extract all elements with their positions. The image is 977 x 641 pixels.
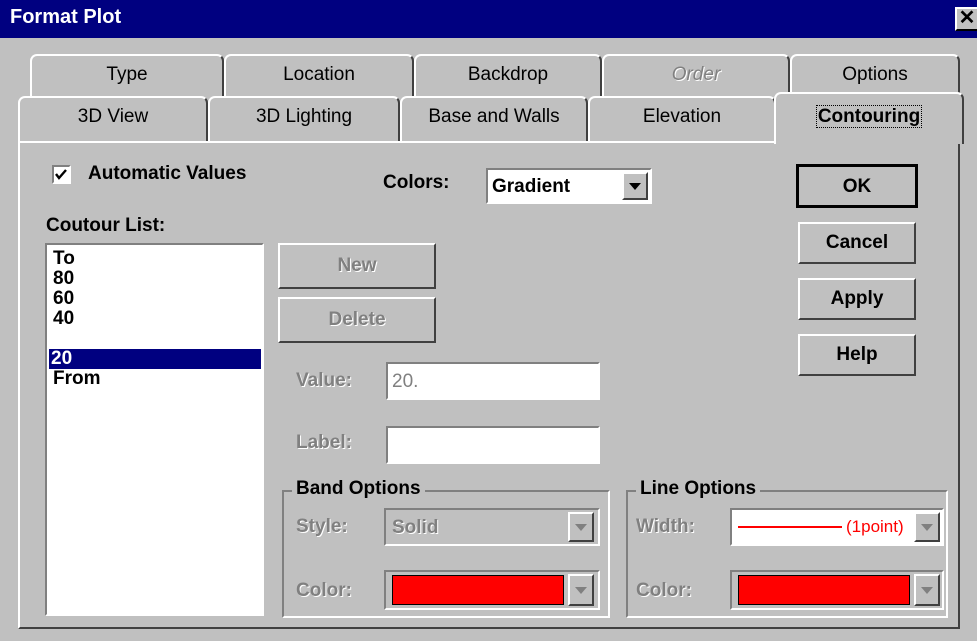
line-width-dropdown-button[interactable] bbox=[914, 512, 940, 542]
window-title: Format Plot bbox=[10, 6, 122, 28]
line-color-label: Color: bbox=[636, 580, 692, 601]
colors-dropdown-button[interactable] bbox=[622, 172, 648, 200]
band-options-title: Band Options bbox=[292, 478, 425, 500]
band-style-dropdown-button[interactable] bbox=[568, 512, 594, 542]
value-label: Value: bbox=[296, 370, 352, 391]
delete-button[interactable]: Delete bbox=[278, 297, 436, 343]
title-bar bbox=[0, 0, 977, 38]
tab-contouring[interactable]: Contouring bbox=[774, 92, 964, 144]
contour-list[interactable]: To 80 60 40 20 From bbox=[45, 243, 264, 616]
new-button[interactable]: New bbox=[278, 243, 436, 289]
line-color-dropdown-button[interactable] bbox=[914, 574, 940, 606]
band-style-select[interactable]: Solid bbox=[384, 508, 600, 546]
contour-list-label: Coutour List: bbox=[46, 215, 166, 236]
chevron-down-icon bbox=[921, 523, 933, 531]
tab-3d-view[interactable]: 3D View bbox=[18, 96, 208, 144]
ok-button[interactable]: OK bbox=[796, 164, 918, 208]
cancel-button[interactable]: Cancel bbox=[798, 222, 916, 264]
tab-type[interactable]: Type bbox=[30, 54, 224, 100]
line-options-title: Line Options bbox=[636, 478, 761, 500]
band-style-label: Style: bbox=[296, 516, 348, 537]
check-icon bbox=[55, 169, 67, 180]
band-color-dropdown-button[interactable] bbox=[568, 574, 594, 606]
close-button[interactable]: ✕ bbox=[955, 7, 977, 31]
close-icon: ✕ bbox=[958, 7, 976, 29]
label-input[interactable] bbox=[386, 426, 600, 464]
line-width-value: (1point) bbox=[846, 517, 904, 536]
tab-order[interactable]: Order bbox=[602, 54, 790, 100]
list-item[interactable]: 60 bbox=[51, 289, 261, 309]
colors-label: Colors: bbox=[383, 172, 450, 193]
apply-button[interactable]: Apply bbox=[798, 278, 916, 320]
colors-select[interactable]: Gradient bbox=[486, 168, 652, 204]
band-color-select[interactable] bbox=[384, 570, 600, 610]
tab-elevation[interactable]: Elevation bbox=[588, 96, 776, 144]
line-color-select[interactable] bbox=[730, 570, 944, 610]
chevron-down-icon bbox=[921, 586, 933, 594]
label-field-label: Label: bbox=[296, 432, 352, 453]
automatic-values-checkbox[interactable] bbox=[52, 165, 71, 184]
value-text: 20. bbox=[392, 371, 419, 392]
band-color-swatch bbox=[392, 575, 564, 605]
line-width-label: Width: bbox=[636, 516, 695, 537]
list-item[interactable]: To bbox=[51, 249, 261, 269]
tab-location[interactable]: Location bbox=[224, 54, 414, 100]
list-item[interactable]: From bbox=[51, 369, 261, 389]
automatic-values-label: Automatic Values bbox=[88, 163, 247, 184]
list-item[interactable]: 40 bbox=[51, 309, 261, 329]
help-button[interactable]: Help bbox=[798, 334, 916, 376]
band-style-value: Solid bbox=[392, 517, 439, 538]
line-width-select[interactable]: (1point) bbox=[730, 508, 944, 546]
colors-value: Gradient bbox=[492, 176, 571, 197]
band-color-label: Color: bbox=[296, 580, 352, 601]
chevron-down-icon bbox=[575, 586, 587, 594]
line-width-sample bbox=[738, 526, 842, 528]
list-item-selected[interactable]: 20 bbox=[49, 349, 261, 369]
tab-base-and-walls[interactable]: Base and Walls bbox=[400, 96, 588, 144]
line-color-swatch bbox=[738, 575, 910, 605]
panel-top-edge bbox=[18, 141, 776, 143]
list-item[interactable]: 80 bbox=[51, 269, 261, 289]
value-input[interactable]: 20. bbox=[386, 362, 600, 400]
tab-backdrop[interactable]: Backdrop bbox=[414, 54, 602, 100]
chevron-down-icon bbox=[575, 523, 587, 531]
chevron-down-icon bbox=[629, 182, 641, 190]
tab-3d-lighting[interactable]: 3D Lighting bbox=[208, 96, 400, 144]
